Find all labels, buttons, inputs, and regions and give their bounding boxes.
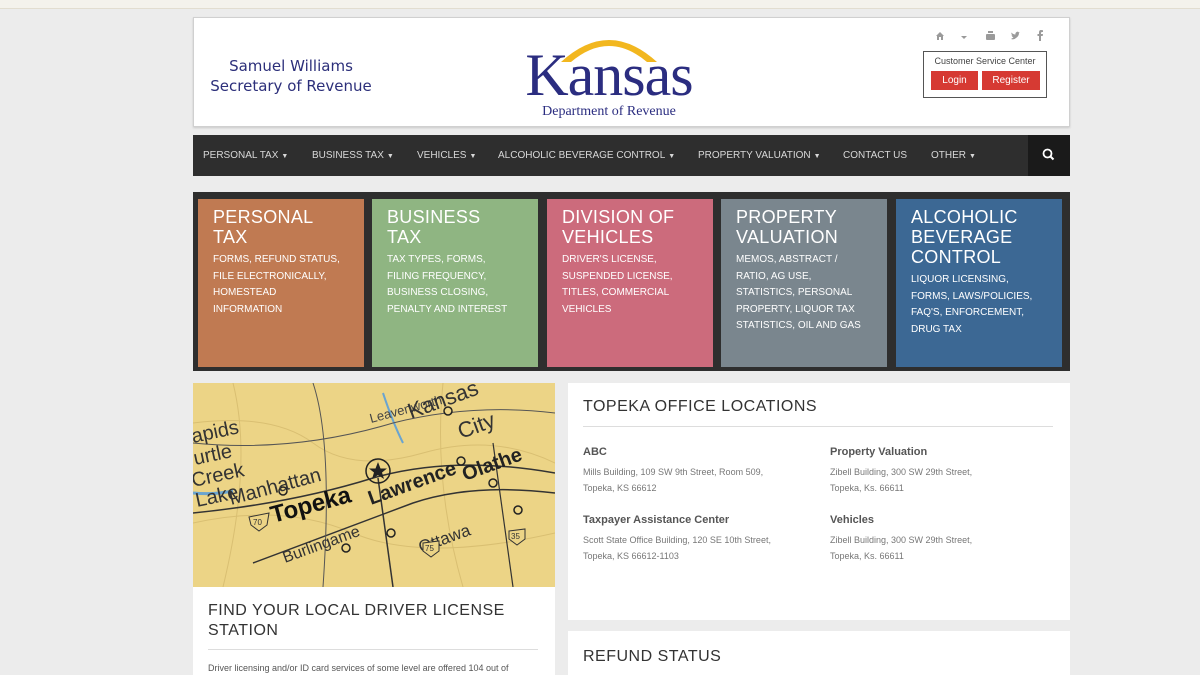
office-taxpayer-assistance: Taxpayer Assistance Center Scott State O… [583, 514, 803, 564]
chevron-down-icon[interactable] [956, 30, 972, 46]
office-city: Topeka, KS 66612-1103 [583, 551, 679, 561]
caret-down-icon: ▼ [469, 153, 477, 160]
tile-title: PROPERTY VALUATION [736, 207, 839, 247]
tile-business-tax[interactable]: BUSINESS TAX TAX TYPES, FORMS, FILING FREQ… [372, 199, 538, 367]
highway-marker: 35 [511, 532, 520, 541]
site-header: Samuel Williams Secretary of Revenue AD … [193, 17, 1070, 127]
tile-description: TAX TYPES, FORMS, FILING FREQUENCY, BUSINE… [387, 254, 508, 315]
office-address: Mills Building, 109 SW 9th Street, Room … [583, 467, 764, 477]
top-strip [0, 0, 1200, 9]
caret-down-icon: ▼ [281, 153, 289, 160]
facebook-icon[interactable] [1032, 30, 1048, 46]
social-links [932, 30, 1052, 46]
youtube-icon[interactable] [982, 30, 998, 46]
office-address: Zibell Building, 300 SW 29th Street, [830, 467, 973, 477]
tile-description: LIQUOR LICENSING, FORMS, LAWS/POLICIES, FA… [911, 274, 1033, 335]
nav-label: PERSONAL TAX [203, 150, 279, 161]
tile-title: BUSINESS TAX [387, 207, 481, 247]
driver-license-title[interactable]: FIND YOUR LOCAL DRIVER LICENSE STATION [208, 601, 538, 641]
office-address: Scott State Office Building, 120 SE 10th… [583, 535, 771, 545]
nav-vehicles[interactable]: VEHICLES ▼ [417, 135, 476, 176]
highway-marker: 75 [425, 544, 434, 553]
secretary-name: Samuel Williams [229, 57, 353, 75]
tile-title: PERSONAL TAX [213, 207, 314, 247]
logo-word: Kansas [525, 42, 693, 108]
nav-label: PROPERTY VALUATION [698, 150, 811, 161]
office-address: Zibell Building, 300 SW 29th Street, [830, 535, 973, 545]
tile-title: ALCOHOLIC BEVERAGE CONTROL [911, 207, 1018, 267]
nav-other[interactable]: OTHER ▼ [931, 135, 976, 176]
main-nav: PERSONAL TAX ▼ BUSINESS TAX ▼ VEHICLES ▼ AL… [193, 135, 1070, 176]
highway-marker: 70 [253, 518, 262, 527]
logo-subtitle: Department of Revenue [542, 104, 676, 119]
tile-title: DIVISION OF VEHICLES [562, 207, 675, 247]
caret-down-icon: ▼ [969, 153, 976, 160]
register-button[interactable]: Register [982, 71, 1040, 90]
nav-label: VEHICLES [417, 150, 467, 161]
office-name: Vehicles [830, 514, 875, 526]
caret-down-icon: ▼ [668, 153, 676, 160]
office-abc: ABC Mills Building, 109 SW 9th Street, R… [583, 446, 803, 496]
refund-status-card: REFUND STATUS [568, 631, 1070, 675]
office-city: Topeka, KS 66612 [583, 483, 657, 493]
office-locations-card: TOPEKA OFFICE LOCATIONS ABC Mills Buildi… [568, 383, 1070, 620]
secretary-block: Samuel Williams Secretary of Revenue [206, 56, 376, 96]
home-icon[interactable] [932, 30, 948, 46]
kansas-map-image[interactable]: Leavenworth Kansas City apids urtle Cree… [193, 383, 555, 587]
refund-status-title[interactable]: REFUND STATUS [583, 648, 721, 666]
nav-alcoholic-beverage-control[interactable]: ALCOHOLIC BEVERAGE CONTROL ▼ [498, 135, 675, 176]
tile-division-of-vehicles[interactable]: DIVISION OF VEHICLES DRIVER'S LICENSE, SUS… [547, 199, 713, 367]
divider [208, 649, 538, 650]
tile-personal-tax[interactable]: PERSONAL TAX FORMS, REFUND STATUS, FILE EL… [198, 199, 364, 367]
divider [583, 426, 1053, 427]
driver-license-card: Leavenworth Kansas City apids urtle Cree… [193, 383, 555, 675]
nav-property-valuation[interactable]: PROPERTY VALUATION ▼ [698, 135, 821, 176]
customer-service-box: Customer Service Center Login Register [923, 51, 1047, 98]
tile-description: MEMOS, ABSTRACT / RATIO, AG USE, STATISTIC… [736, 254, 861, 331]
office-city: Topeka, Ks. 66611 [830, 483, 904, 493]
nav-label: OTHER [931, 150, 966, 161]
customer-service-title: Customer Service Center [934, 56, 1036, 66]
office-property-valuation: Property Valuation Zibell Building, 300 … [830, 446, 1050, 496]
login-button[interactable]: Login [931, 71, 978, 90]
office-name: ABC [583, 446, 607, 458]
office-name: Taxpayer Assistance Center [583, 514, 730, 526]
driver-license-description: Driver licensing and/or ID card services… [208, 663, 509, 673]
nav-contact-us[interactable]: CONTACT US [843, 135, 907, 176]
nav-personal-tax[interactable]: PERSONAL TAX ▼ [203, 135, 288, 176]
search-button[interactable] [1028, 135, 1070, 176]
nav-label: ALCOHOLIC BEVERAGE CONTROL [498, 150, 666, 161]
office-name: Property Valuation [830, 446, 928, 458]
tile-description: FORMS, REFUND STATUS, FILE ELECTRONICALLY… [213, 254, 340, 315]
nav-label: BUSINESS TAX [312, 150, 384, 161]
nav-label: CONTACT US [843, 150, 908, 161]
office-vehicles: Vehicles Zibell Building, 300 SW 29th St… [830, 514, 1050, 564]
kansas-logo[interactable]: AD ASTRA PER ASPERA Kansas Department of… [509, 24, 709, 122]
service-tiles: PERSONAL TAX FORMS, REFUND STATUS, FILE EL… [193, 192, 1070, 371]
twitter-icon[interactable] [1007, 30, 1023, 46]
caret-down-icon: ▼ [386, 153, 394, 160]
tile-alcoholic-beverage-control[interactable]: ALCOHOLIC BEVERAGE CONTROL LIQUOR LICENSIN… [896, 199, 1062, 367]
search-icon [1042, 148, 1055, 161]
caret-down-icon: ▼ [813, 153, 821, 160]
secretary-title: Secretary of Revenue [210, 77, 372, 95]
tile-description: DRIVER'S LICENSE, SUSPENDED LICENSE, TITLE… [562, 254, 673, 315]
nav-business-tax[interactable]: BUSINESS TAX ▼ [312, 135, 394, 176]
office-city: Topeka, Ks. 66611 [830, 551, 904, 561]
office-locations-title: TOPEKA OFFICE LOCATIONS [583, 398, 818, 415]
tile-property-valuation[interactable]: PROPERTY VALUATION MEMOS, ABSTRACT / RATIO… [721, 199, 887, 367]
